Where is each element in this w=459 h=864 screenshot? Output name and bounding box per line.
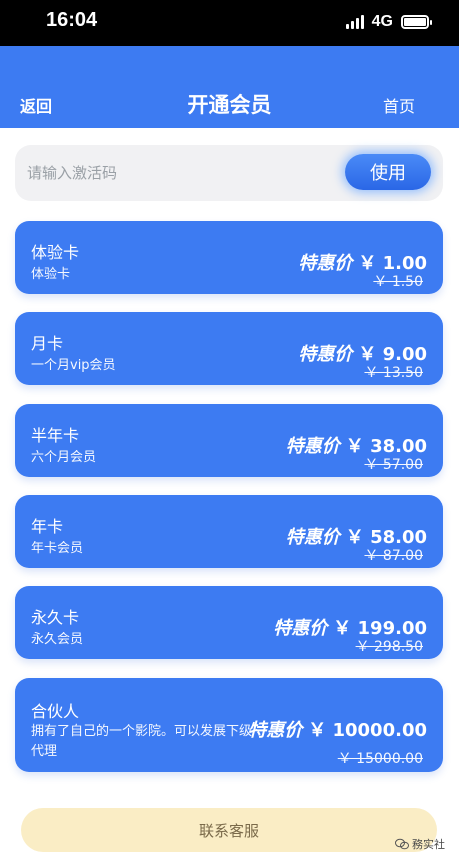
plan-card-half-year[interactable]: 半年卡 六个月会员 特惠价 ￥ 38.00 ￥ 57.00 — [15, 404, 443, 477]
plan-price: 特惠价 ￥ 10000.00 — [248, 716, 427, 742]
discount-tag: 特惠价 — [298, 344, 353, 365]
plan-desc: 年卡会员 — [31, 541, 84, 556]
plan-name: 体验卡 — [31, 243, 80, 262]
activation-code-input[interactable] — [27, 155, 327, 191]
plan-card-lifetime[interactable]: 永久卡 永久会员 特惠价 ￥ 199.00 ￥ 298.50 — [15, 586, 443, 659]
signal-icon — [345, 15, 364, 29]
home-button[interactable]: 首页 — [383, 93, 415, 117]
plan-card-partner[interactable]: 合伙人 拥有了自己的一个影院。可以发展下级代理 特惠价 ￥ 10000.00 ￥ … — [15, 678, 443, 772]
watermark-text: 務实社 — [412, 838, 445, 851]
plan-card-trial[interactable]: 体验卡 体验卡 特惠价 ￥ 1.00 ￥ 1.50 — [15, 221, 443, 294]
battery-icon — [401, 15, 432, 29]
watermark: 務实社 — [395, 836, 445, 852]
chat-icon — [395, 838, 409, 850]
discount-tag: 特惠价 — [248, 720, 303, 741]
original-price: ￥ 13.50 — [364, 365, 423, 381]
status-indicators: 4G — [345, 13, 432, 31]
plan-desc: 一个月vip会员 — [31, 358, 116, 373]
discount-tag: 特惠价 — [273, 618, 328, 639]
plan-name: 年卡 — [31, 517, 64, 536]
use-button[interactable]: 使用 — [345, 154, 431, 190]
original-price: ￥ 15000.00 — [337, 751, 423, 767]
plan-card-year[interactable]: 年卡 年卡会员 特惠价 ￥ 58.00 ￥ 87.00 — [15, 495, 443, 568]
original-price: ￥ 298.50 — [355, 639, 423, 655]
header-bar: 开通会员 返回 首页 — [0, 46, 459, 128]
activation-box: 使用 — [15, 145, 443, 201]
original-price: ￥ 87.00 — [364, 548, 423, 564]
status-time: 16:04 — [46, 9, 98, 31]
original-price: ￥ 1.50 — [373, 274, 423, 290]
plan-name: 月卡 — [31, 334, 64, 353]
price-value: ￥ 10000.00 — [308, 720, 427, 741]
discount-tag: 特惠价 — [298, 253, 353, 274]
plan-name: 半年卡 — [31, 426, 80, 445]
plan-card-month[interactable]: 月卡 一个月vip会员 特惠价 ￥ 9.00 ￥ 13.50 — [15, 312, 443, 385]
network-label: 4G — [371, 13, 393, 30]
status-bar: 16:04 4G — [0, 0, 459, 46]
plan-desc: 永久会员 — [31, 632, 84, 647]
discount-tag: 特惠价 — [285, 436, 340, 457]
discount-tag: 特惠价 — [285, 527, 340, 548]
plan-desc: 六个月会员 — [31, 450, 97, 465]
contact-support-button[interactable]: 联系客服 — [21, 808, 437, 852]
plan-name: 永久卡 — [31, 608, 80, 627]
plan-desc: 拥有了自己的一个影院。可以发展下级代理 — [31, 724, 253, 759]
original-price: ￥ 57.00 — [364, 457, 423, 473]
plan-desc: 体验卡 — [31, 267, 71, 282]
plan-name: 合伙人 — [31, 702, 80, 721]
back-button[interactable]: 返回 — [20, 93, 52, 117]
